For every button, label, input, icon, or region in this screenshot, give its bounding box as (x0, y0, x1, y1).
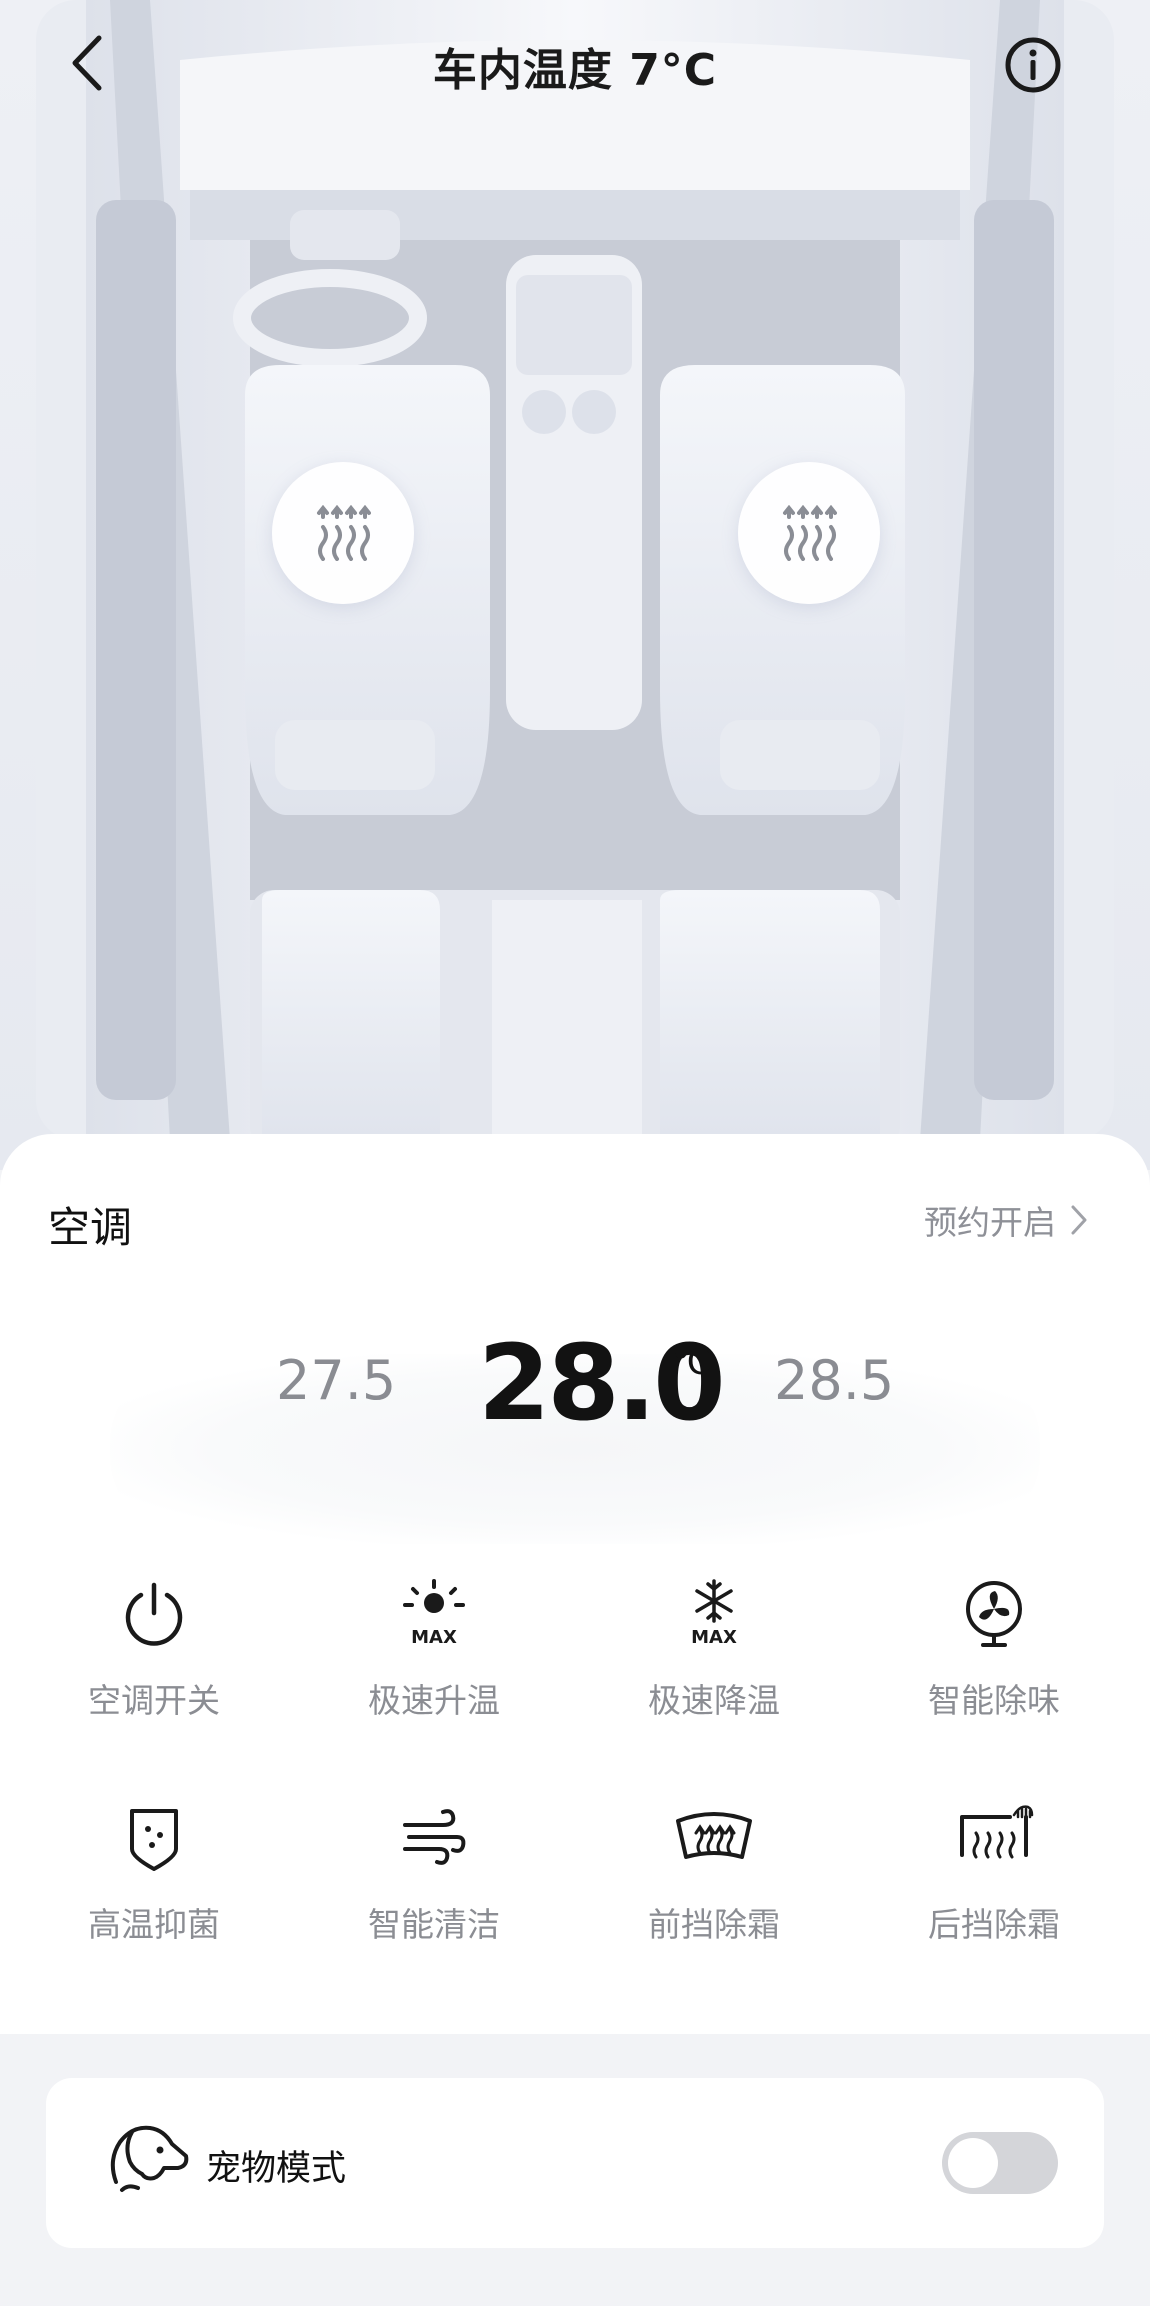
pet-mode-toggle[interactable] (942, 2132, 1058, 2194)
high-temp-sterilize-button[interactable]: 高温抑菌 (54, 1798, 254, 1978)
ctrl-label: 高温抑菌 (88, 1905, 220, 1944)
info-button[interactable] (998, 30, 1068, 100)
driver-seat-heat-button[interactable] (272, 462, 414, 604)
svg-text:MAX: MAX (411, 1627, 457, 1648)
ac-panel: 空调 预约开启 27.5 28.0 ℃ 28.5 空调开关 MAX 极速升温 M… (0, 1134, 1150, 2034)
rear-defrost-icon (960, 1805, 1034, 1859)
front-defrost-icon (676, 1812, 752, 1859)
car-top-view: 车内温度 7°C (0, 0, 1150, 1170)
smart-deodorize-button[interactable]: 智能除味 (894, 1574, 1094, 1754)
temp-current-value: 28.0 (478, 1322, 726, 1444)
ctrl-label: 智能除味 (928, 1681, 1060, 1720)
ctrl-label: 前挡除霜 (648, 1905, 780, 1944)
schedule-button[interactable]: 预约开启 (924, 1196, 1088, 1244)
temp-option-upper[interactable]: 28.5 (774, 1349, 894, 1412)
seat-heat-icon (783, 505, 837, 561)
ac-section-title: 空调 (48, 1203, 133, 1252)
pet-mode-label: 宠物模式 (206, 2149, 347, 2189)
svg-text:MAX: MAX (691, 1627, 737, 1648)
smart-clean-button[interactable]: 智能清洁 (334, 1798, 534, 1978)
schedule-label: 预约开启 (924, 1203, 1056, 1242)
ctrl-label: 智能清洁 (368, 1905, 500, 1944)
shield-icon (130, 1809, 178, 1871)
max-heat-icon: MAX (403, 1579, 465, 1648)
wind-icon (403, 1809, 466, 1865)
pet-mode-card: 宠物模式 (46, 2078, 1104, 2248)
ac-power-button[interactable]: 空调开关 (54, 1574, 254, 1754)
max-cool-button[interactable]: MAX 极速降温 (614, 1574, 814, 1754)
power-icon (125, 1582, 183, 1646)
ctrl-label: 空调开关 (88, 1681, 220, 1720)
car-illustration (36, 0, 1114, 1150)
max-cool-icon: MAX (691, 1579, 737, 1648)
front-defrost-button[interactable]: 前挡除霜 (614, 1798, 814, 1978)
temp-unit: ℃ (672, 1342, 713, 1383)
max-heat-button[interactable]: MAX 极速升温 (334, 1574, 534, 1754)
info-icon (1005, 37, 1061, 93)
pet-icon (110, 2125, 189, 2192)
seat-heat-icon (317, 505, 371, 561)
top-bar: 车内温度 7°C (0, 0, 1150, 130)
ctrl-label: 极速升温 (368, 1681, 500, 1720)
temp-option-lower[interactable]: 27.5 (276, 1349, 396, 1412)
fan-icon (966, 1581, 1022, 1647)
page-title: 车内温度 7°C (432, 45, 718, 96)
rear-defrost-button[interactable]: 后挡除霜 (894, 1798, 1094, 1978)
ctrl-label: 后挡除霜 (928, 1905, 1060, 1944)
ctrl-label: 极速降温 (648, 1681, 780, 1720)
passenger-seat-heat-button[interactable] (738, 462, 880, 604)
chevron-right-icon (1071, 1205, 1087, 1235)
toggle-knob (948, 2138, 998, 2188)
